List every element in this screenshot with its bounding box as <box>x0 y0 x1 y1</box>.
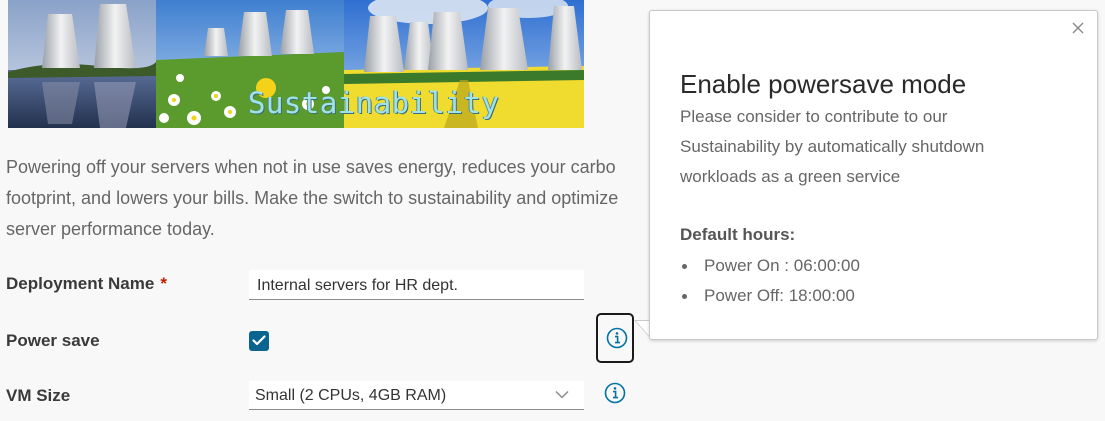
powersave-signpost-popover: Enable powersave mode Please consider to… <box>649 10 1098 340</box>
deployment-name-input[interactable] <box>249 270 584 300</box>
required-marker: * <box>160 274 167 293</box>
popover-body-line: Sustainability by automatically shutdown <box>680 137 985 156</box>
page: Sustainability Powering off your servers… <box>0 0 1105 421</box>
intro-line: footprint, and lowers your bills. Make t… <box>6 188 619 208</box>
banner-caption: Sustainability <box>248 86 500 120</box>
list-item: Power Off: 18:00:00 <box>680 281 860 311</box>
popover-body-line: workloads as a green service <box>680 167 901 186</box>
power-save-checkbox[interactable] <box>249 331 269 351</box>
deployment-name-label-text: Deployment Name <box>6 274 155 293</box>
power-save-label: Power save <box>6 331 100 350</box>
default-hours-heading: Default hours: <box>680 225 796 244</box>
intro-line: server performance today. <box>6 219 215 239</box>
close-icon[interactable] <box>1071 21 1085 35</box>
vm-size-info-icon[interactable] <box>604 382 626 404</box>
default-hours-list: Power On : 06:00:00 Power Off: 18:00:00 <box>680 251 860 311</box>
vm-size-label: VM Size <box>6 386 71 405</box>
popover-body-line: Please consider to contribute to our <box>680 107 948 126</box>
check-icon <box>252 335 266 346</box>
info-circle-icon <box>606 327 628 349</box>
vm-size-value: Small (2 CPUs, 4GB RAM) <box>255 387 447 404</box>
popover-body: Please consider to contribute to our Sus… <box>680 102 1080 192</box>
chevron-down-icon <box>555 390 569 399</box>
popover-pointer-fill <box>636 321 650 337</box>
deployment-name-label: Deployment Name * <box>6 274 167 294</box>
popover-title: Enable powersave mode <box>680 69 967 99</box>
sustainability-banner: Sustainability <box>8 0 584 128</box>
power-save-info-button[interactable] <box>596 313 634 363</box>
vm-size-select[interactable]: Small (2 CPUs, 4GB RAM) <box>249 381 584 410</box>
list-item: Power On : 06:00:00 <box>680 251 860 281</box>
intro-line: Powering off your servers when not in us… <box>6 157 616 177</box>
intro-text: Powering off your servers when not in us… <box>6 152 656 245</box>
